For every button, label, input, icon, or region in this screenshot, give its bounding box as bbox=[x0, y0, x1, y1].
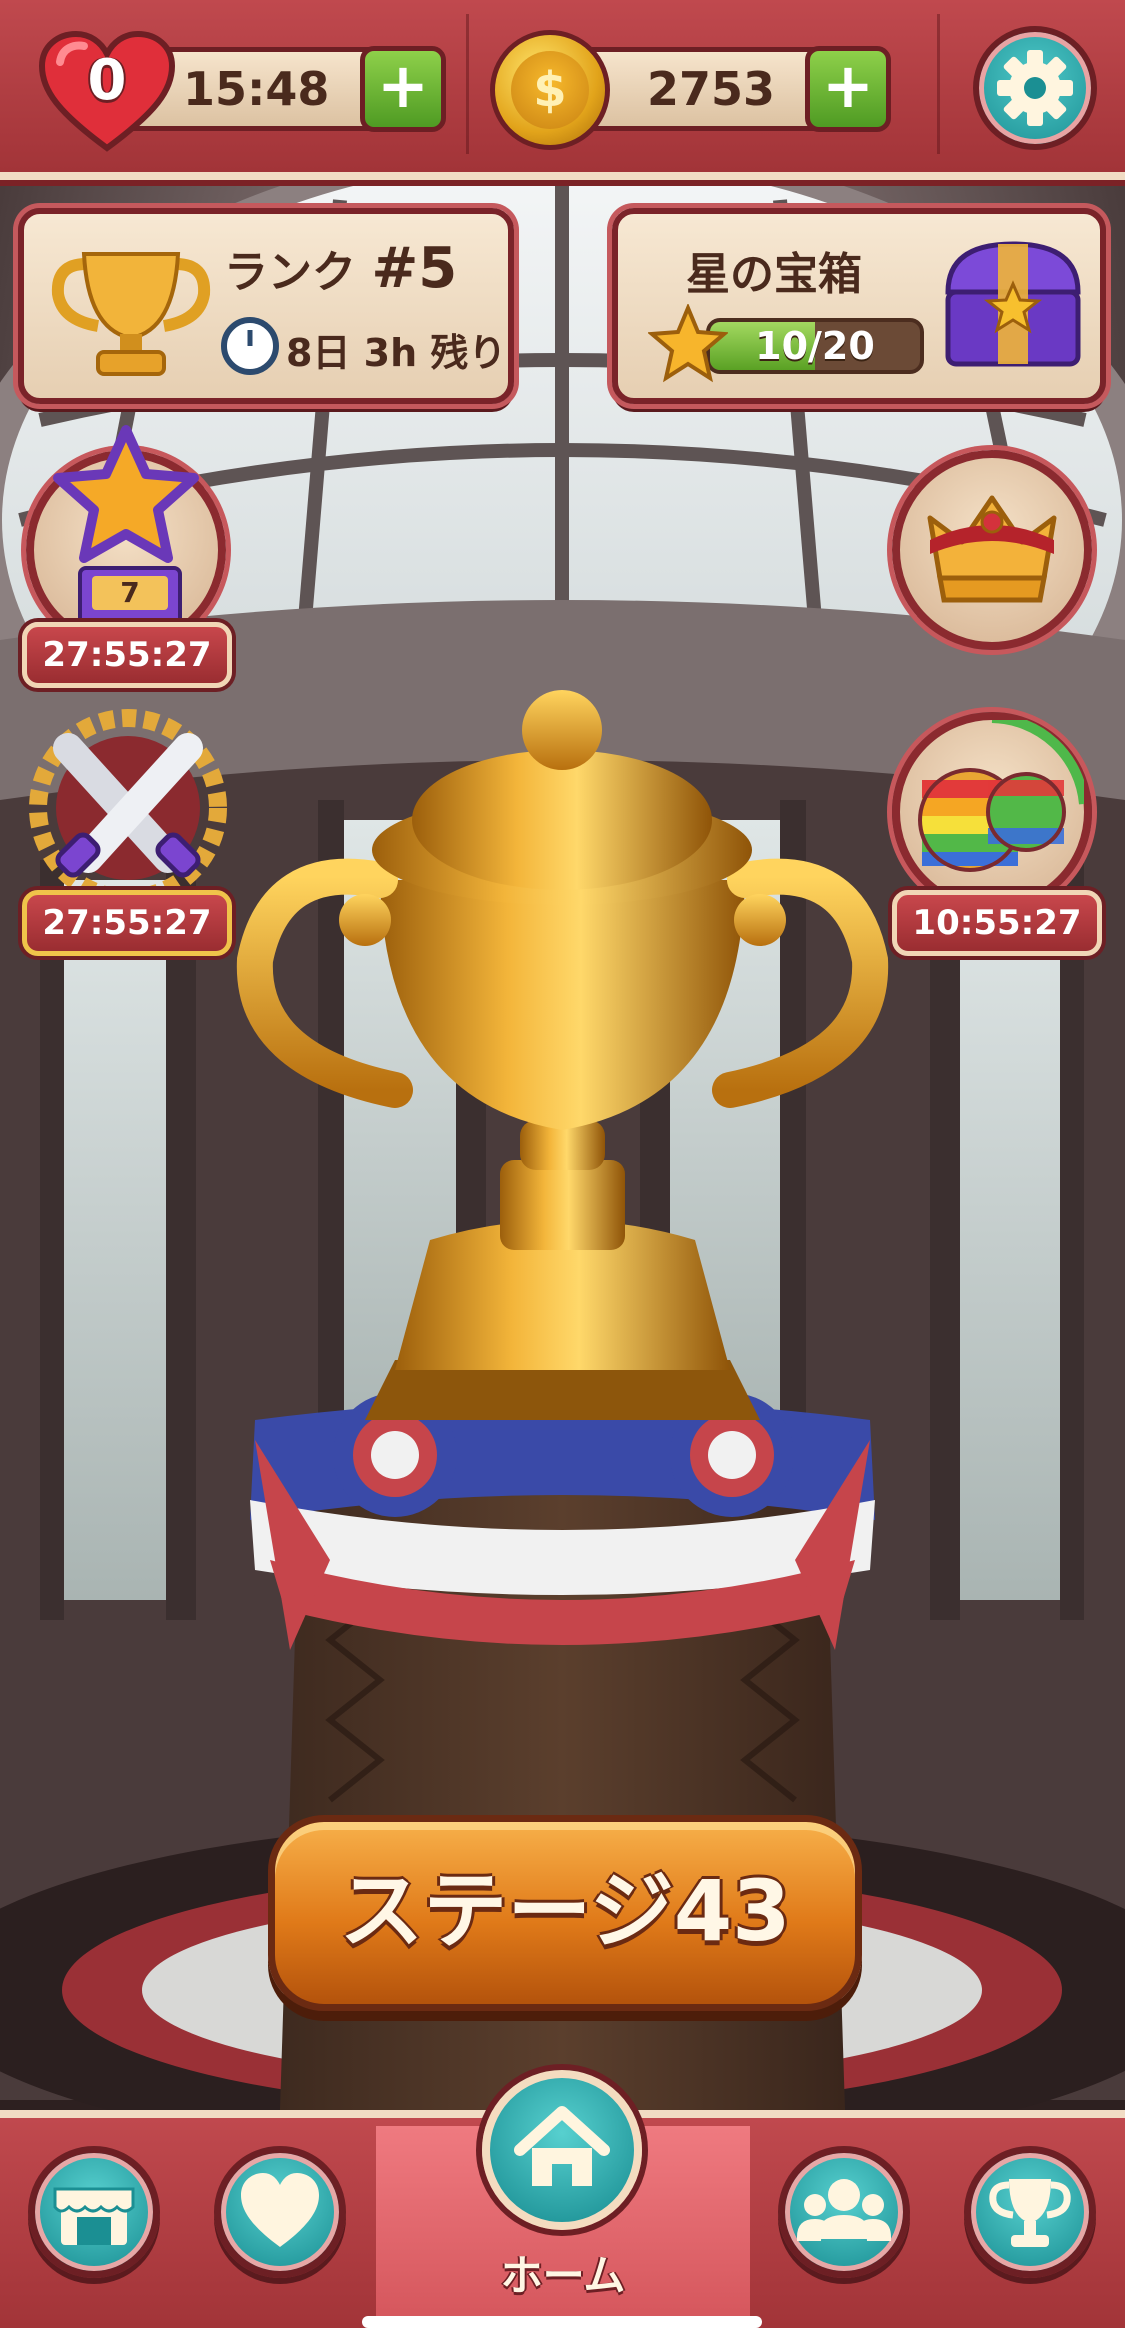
star-event-plinth: 7 bbox=[78, 566, 182, 626]
nav-leaderboard-button[interactable] bbox=[964, 2146, 1096, 2278]
crown-event-button[interactable] bbox=[892, 450, 1092, 650]
star-chest-panel[interactable]: 星の宝箱 10/20 bbox=[612, 208, 1106, 404]
coin-symbol: $ bbox=[511, 51, 589, 129]
crown-icon bbox=[927, 495, 1057, 603]
lives-timer: 15:48 bbox=[183, 62, 330, 116]
coin-amount: 2753 bbox=[647, 62, 776, 116]
trophy-nav-icon bbox=[989, 2179, 1071, 2247]
clock-icon bbox=[221, 317, 279, 375]
rank-title: ランク #5 bbox=[224, 236, 457, 301]
treasure-chest-icon bbox=[945, 241, 1081, 367]
play-stage-button[interactable]: ステージ43 bbox=[268, 1815, 862, 2011]
home-indicator bbox=[362, 2316, 762, 2328]
home-icon bbox=[514, 2106, 610, 2186]
nav-friends-button[interactable] bbox=[778, 2146, 910, 2278]
nav-home-label: ホーム bbox=[500, 2251, 626, 2300]
settings-button[interactable] bbox=[973, 26, 1097, 150]
gear-icon bbox=[997, 50, 1073, 126]
trophy-icon bbox=[51, 252, 211, 376]
add-coins-button[interactable]: + bbox=[805, 46, 891, 132]
top-bar-divider bbox=[937, 14, 940, 154]
add-lives-button[interactable]: + bbox=[360, 46, 446, 132]
star-event-timer: 27:55:27 bbox=[22, 622, 232, 688]
star-chest-title: 星の宝箱 bbox=[686, 249, 862, 300]
top-bar: 15:48 + 0 2753 + $ bbox=[0, 0, 1125, 180]
shop-icon bbox=[53, 2187, 135, 2245]
nav-lives-button[interactable] bbox=[214, 2146, 346, 2278]
nav-shop-button[interactable] bbox=[28, 2146, 160, 2278]
star-event-button[interactable]: 7 bbox=[26, 425, 226, 650]
crossed-swords-icon bbox=[29, 709, 227, 907]
star-icon bbox=[648, 304, 728, 383]
lives-count: 0 bbox=[87, 48, 127, 113]
rank-time-remaining: 8日 3h 残り bbox=[286, 331, 507, 375]
star-chest-progress-text: 10/20 bbox=[755, 324, 875, 368]
rank-panel[interactable]: ランク #5 8日 3h 残り bbox=[18, 208, 514, 404]
battle-event-button[interactable] bbox=[18, 708, 238, 908]
heart-nav-icon bbox=[241, 2173, 319, 2247]
battle-event-timer: 27:55:27 bbox=[22, 890, 232, 956]
rank-number: #5 bbox=[371, 236, 458, 301]
coin-icon: $ bbox=[490, 30, 610, 150]
star-chest-progress-bar: 10/20 bbox=[706, 318, 924, 374]
friends-icon bbox=[797, 2179, 891, 2241]
rainbow-ball-icon bbox=[918, 713, 1089, 872]
rainbow-event-button[interactable] bbox=[892, 712, 1092, 912]
rainbow-event-timer: 10:55:27 bbox=[892, 890, 1102, 956]
top-bar-divider bbox=[466, 14, 469, 154]
heart-icon: 0 bbox=[38, 30, 176, 154]
star-event-level: 7 bbox=[92, 576, 168, 610]
rank-label: ランク bbox=[224, 247, 356, 298]
nav-home-button[interactable] bbox=[482, 2070, 642, 2230]
